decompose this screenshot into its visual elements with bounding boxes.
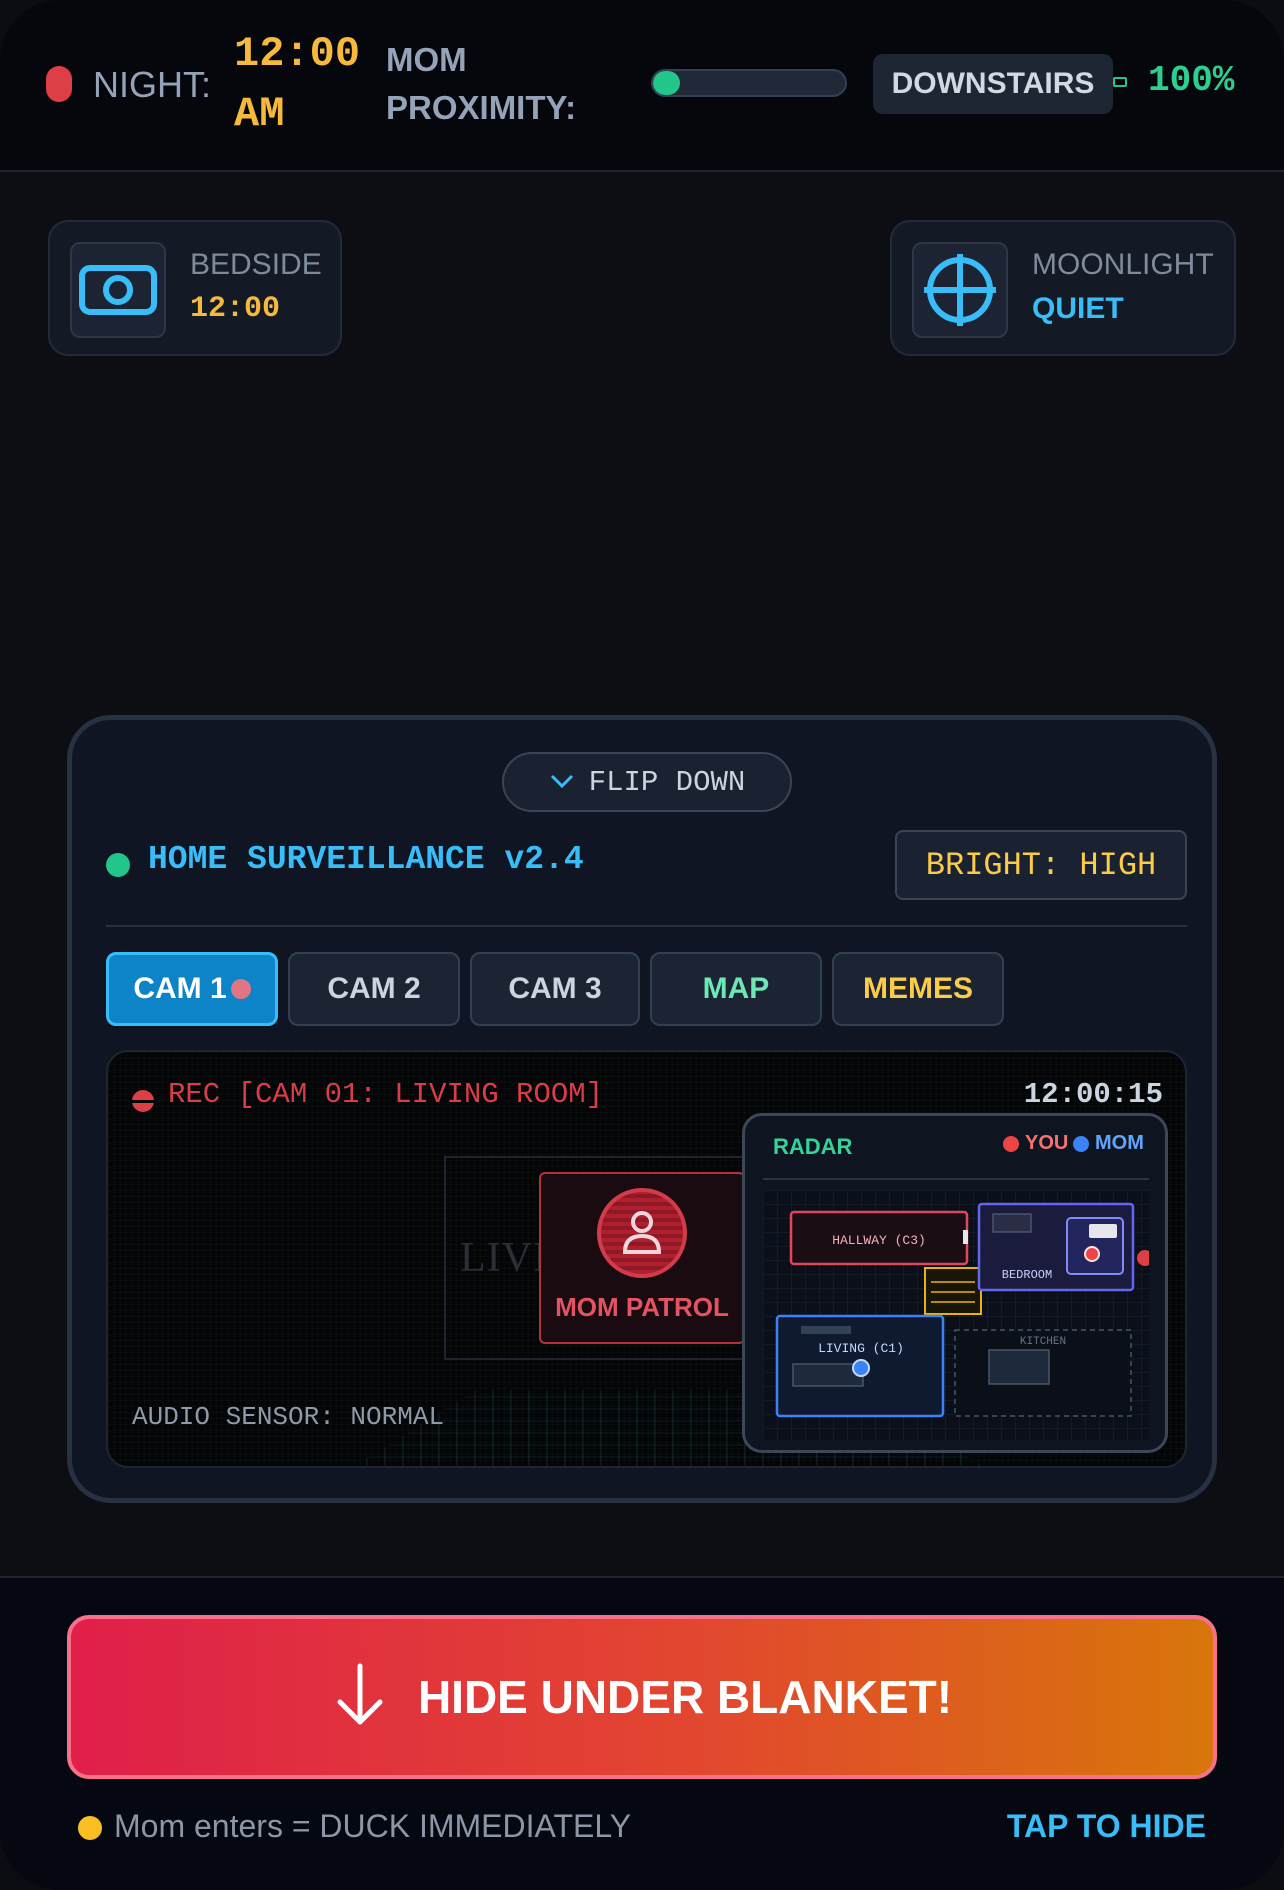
tab-map[interactable]: MAP — [650, 952, 822, 1026]
tab-cam-1[interactable]: CAM 1 — [106, 952, 278, 1026]
battery-icon — [1113, 77, 1127, 87]
night-label: NIGHT: — [93, 64, 212, 105]
camera-icon — [70, 242, 166, 338]
tab-memes[interactable]: MEMES — [832, 952, 1004, 1026]
legend-mom-label: MOM — [1095, 1132, 1144, 1154]
battery-percent: 100% — [1148, 60, 1235, 101]
recording-dot — [230, 979, 251, 999]
flip-down-button[interactable]: FLIP DOWN — [502, 752, 792, 812]
online-status-dot — [106, 853, 130, 877]
tab-cam-3-label: CAM 3 — [508, 972, 602, 1005]
person-icon — [597, 1188, 687, 1278]
mom-marker — [852, 1359, 870, 1377]
hallway-label: HALLWAY (C3) — [832, 1233, 926, 1248]
arrow-down-icon — [332, 1662, 388, 1733]
mom-location-badge: DOWNSTAIRS — [873, 54, 1113, 114]
chevron-down-icon — [549, 766, 575, 799]
surveillance-title: HOME SURVEILLANCE v2.4 — [148, 841, 584, 878]
radar-divider — [763, 1178, 1149, 1180]
game-screen: NIGHT: 12:00 AM MOM PROXIMITY: DOWNSTAIR… — [0, 0, 1284, 1890]
feed-timestamp: 12:00:15 — [1023, 1078, 1163, 1111]
warning-dot — [78, 1816, 102, 1840]
flip-down-label: FLIP DOWN — [588, 765, 746, 799]
living-room: LIVING (C1) — [775, 1314, 945, 1418]
bedroom-label: BEDROOM — [1002, 1268, 1052, 1282]
tab-cam-3[interactable]: CAM 3 — [470, 952, 640, 1026]
tap-to-hide-link[interactable]: TAP TO HIDE — [1007, 1808, 1206, 1845]
radar-title: RADAR — [773, 1134, 853, 1159]
hide-button-label: HIDE UNDER BLANKET! — [417, 1671, 953, 1723]
moonlight-status: QUIET — [1032, 292, 1124, 325]
brightness-button[interactable]: BRIGHT: HIGH — [895, 830, 1187, 900]
crosshair-icon — [912, 242, 1008, 338]
kitchen-label: KITCHEN — [1020, 1336, 1066, 1348]
alert-indicator-dot — [46, 66, 72, 102]
hallway-room: HALLWAY (C3) — [789, 1210, 969, 1266]
player-marker — [1084, 1246, 1100, 1262]
tab-cam-2[interactable]: CAM 2 — [288, 952, 460, 1026]
mom-patrol-alert: MOM PATROL — [539, 1172, 745, 1344]
bedside-clock: 12:00 — [190, 292, 281, 326]
tab-memes-label: MEMES — [862, 972, 973, 1005]
hide-under-blanket-button[interactable]: HIDE UNDER BLANKET! — [67, 1615, 1217, 1779]
record-icon — [132, 1090, 154, 1112]
kitchen-room: KITCHEN — [954, 1329, 1132, 1417]
moonlight-title: MOONLIGHT — [1032, 248, 1214, 281]
mom-dot-icon — [1073, 1135, 1089, 1152]
legend-mom: MOM — [1073, 1132, 1144, 1155]
audio-sensor-status: AUDIO SENSOR: NORMAL — [132, 1402, 445, 1432]
bedside-title: BEDSIDE — [190, 248, 322, 281]
legend-you: YOU — [1003, 1132, 1068, 1155]
living-label: LIVING (C1) — [818, 1341, 904, 1356]
hide-hint-text: Mom enters = DUCK IMMEDIATELY — [114, 1808, 632, 1844]
panel-divider — [106, 925, 1187, 927]
bedroom-room: BEDROOM — [977, 1202, 1135, 1292]
tab-map-label: MAP — [702, 972, 770, 1005]
status-bar: NIGHT: 12:00 AM MOM PROXIMITY: DOWNSTAIR… — [0, 0, 1284, 172]
rec-label: REC [CAM 01: LIVING ROOM] — [168, 1078, 604, 1111]
night-clock: 12:00 AM — [234, 30, 361, 138]
proximity-meter-fill — [653, 71, 680, 95]
tab-cam-2-label: CAM 2 — [327, 972, 421, 1005]
radar-minimap[interactable]: RADAR YOU MOM HALLWAY (C3) BEDROOM LIVIN… — [742, 1113, 1168, 1453]
proximity-label: MOM PROXIMITY: — [386, 41, 577, 126]
mom-patrol-label: MOM PATROL — [555, 1292, 729, 1322]
radar-floorplan: HALLWAY (C3) BEDROOM LIVING (C1) KITCHEN — [763, 1190, 1149, 1440]
proximity-meter — [651, 69, 847, 97]
bedside-widget[interactable]: BEDSIDE 12:00 — [48, 220, 342, 356]
tab-cam-1-label: CAM 1 — [133, 972, 227, 1005]
moonlight-widget[interactable]: MOONLIGHT QUIET — [890, 220, 1236, 356]
legend-you-label: YOU — [1025, 1132, 1069, 1154]
you-dot-icon — [1003, 1135, 1019, 1152]
